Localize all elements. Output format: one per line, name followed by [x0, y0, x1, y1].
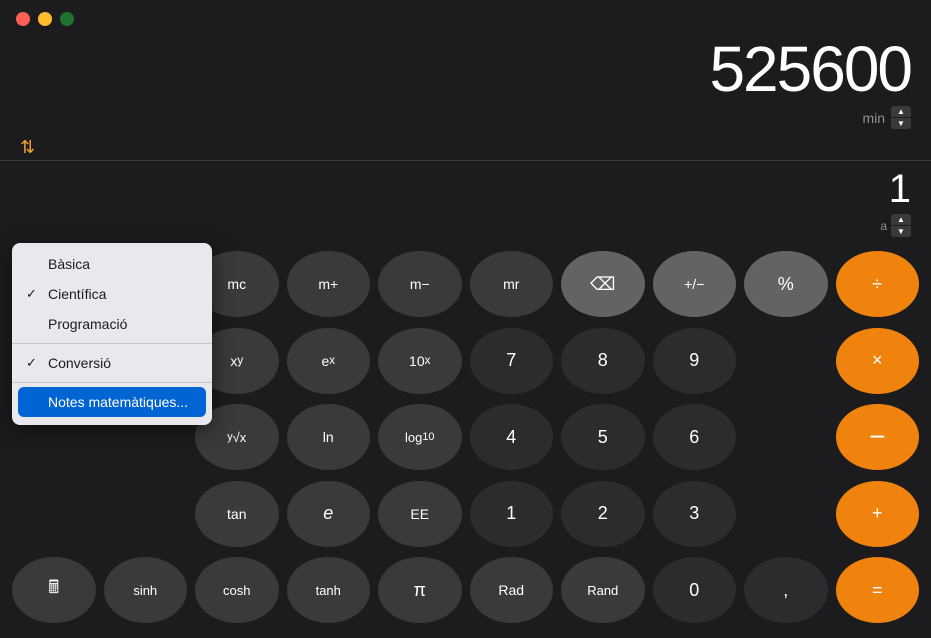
- menu-item-basica[interactable]: Bàsica: [12, 249, 212, 279]
- btn-row-5: 🖩 sinh cosh tanh π Rad Rand 0 , =: [12, 557, 919, 626]
- display-unit: min: [862, 110, 885, 126]
- display-unit-row: min ▲ ▼: [862, 106, 911, 129]
- menu-item-conversio-label: Conversió: [48, 355, 111, 371]
- btn-rad[interactable]: Rad: [470, 557, 554, 623]
- unit-stepper[interactable]: ▲ ▼: [891, 106, 911, 129]
- btn-log10[interactable]: log10: [378, 404, 462, 470]
- btn-divide[interactable]: ÷: [836, 251, 920, 317]
- btn-multiply[interactable]: ×: [836, 328, 920, 394]
- btn-m-plus[interactable]: m+: [287, 251, 371, 317]
- btn-subtract[interactable]: −: [836, 404, 920, 470]
- secondary-stepper-up[interactable]: ▲: [891, 214, 911, 225]
- btn-m-minus[interactable]: m−: [378, 251, 462, 317]
- secondary-unit-row: a ▲ ▼: [0, 214, 931, 243]
- btn-tanh[interactable]: tanh: [287, 557, 371, 623]
- btn-plus-minus[interactable]: +/−: [653, 251, 737, 317]
- btn-4[interactable]: 4: [470, 404, 554, 470]
- secondary-display: 1: [889, 167, 911, 212]
- btn-equals[interactable]: =: [836, 557, 920, 623]
- menu-item-programacio-label: Programació: [48, 316, 127, 332]
- menu-item-cientifica[interactable]: Científica: [12, 279, 212, 309]
- btn-rand[interactable]: Rand: [561, 557, 645, 623]
- menu-item-basica-label: Bàsica: [48, 256, 90, 272]
- menu-separator-2: [12, 382, 212, 383]
- btn-3[interactable]: 3: [653, 481, 737, 547]
- btn-tan[interactable]: tan: [195, 481, 279, 547]
- btn-10-power-x[interactable]: 10x: [378, 328, 462, 394]
- btn-row-4: tan e EE 1 2 3 +: [12, 481, 919, 550]
- btn-ln[interactable]: ln: [287, 404, 371, 470]
- btn-e[interactable]: e: [287, 481, 371, 547]
- btn-percent[interactable]: %: [744, 251, 828, 317]
- btn-pi[interactable]: π: [378, 557, 462, 623]
- secondary-stepper-down[interactable]: ▼: [891, 226, 911, 237]
- minimize-button[interactable]: [38, 12, 52, 26]
- btn-7[interactable]: 7: [470, 328, 554, 394]
- unit-stepper-down[interactable]: ▼: [891, 118, 911, 129]
- btn-1[interactable]: 1: [470, 481, 554, 547]
- secondary-stepper[interactable]: ▲ ▼: [891, 214, 911, 237]
- btn-2[interactable]: 2: [561, 481, 645, 547]
- btn-6[interactable]: 6: [653, 404, 737, 470]
- main-display: 525600: [709, 34, 911, 104]
- btn-add[interactable]: +: [836, 481, 920, 547]
- conversion-row: ⇅: [0, 133, 931, 161]
- btn-ee[interactable]: EE: [378, 481, 462, 547]
- btn-0[interactable]: 0: [653, 557, 737, 623]
- maximize-button[interactable]: [60, 12, 74, 26]
- menu-item-notes-label: Notes matemàtiques...: [48, 394, 188, 410]
- btn-8[interactable]: 8: [561, 328, 645, 394]
- menu-item-notes[interactable]: Notes matemàtiques...: [18, 387, 206, 417]
- sort-icon[interactable]: ⇅: [20, 137, 35, 158]
- secondary-unit: a: [880, 219, 887, 233]
- title-bar: [0, 0, 931, 34]
- dropdown-menu: Bàsica Científica Programació Conversió …: [12, 243, 212, 425]
- unit-stepper-up[interactable]: ▲: [891, 106, 911, 117]
- secondary-display-row: 1: [0, 161, 931, 214]
- menu-item-cientifica-label: Científica: [48, 286, 106, 302]
- traffic-lights: [16, 12, 74, 26]
- btn-comma[interactable]: ,: [744, 557, 828, 623]
- menu-item-programacio[interactable]: Programació: [12, 309, 212, 339]
- btn-5[interactable]: 5: [561, 404, 645, 470]
- calculator-window: 525600 min ▲ ▼ ⇅ 1 a ▲ ▼ ( ) mc m+ m−: [0, 0, 931, 638]
- close-button[interactable]: [16, 12, 30, 26]
- menu-separator: [12, 343, 212, 344]
- btn-9[interactable]: 9: [653, 328, 737, 394]
- btn-mr[interactable]: mr: [470, 251, 554, 317]
- display-area: 525600 min ▲ ▼: [0, 34, 931, 133]
- btn-e-power-x[interactable]: ex: [287, 328, 371, 394]
- menu-item-conversio[interactable]: Conversió: [12, 348, 212, 378]
- btn-backspace[interactable]: ⌫: [561, 251, 645, 317]
- btn-calculator-icon[interactable]: 🖩: [12, 557, 96, 623]
- btn-cosh[interactable]: cosh: [195, 557, 279, 623]
- btn-sinh[interactable]: sinh: [104, 557, 188, 623]
- buttons-area: ( ) mc m+ m− mr ⌫ +/− % ÷ xy ex 10x 7 8 …: [0, 243, 931, 638]
